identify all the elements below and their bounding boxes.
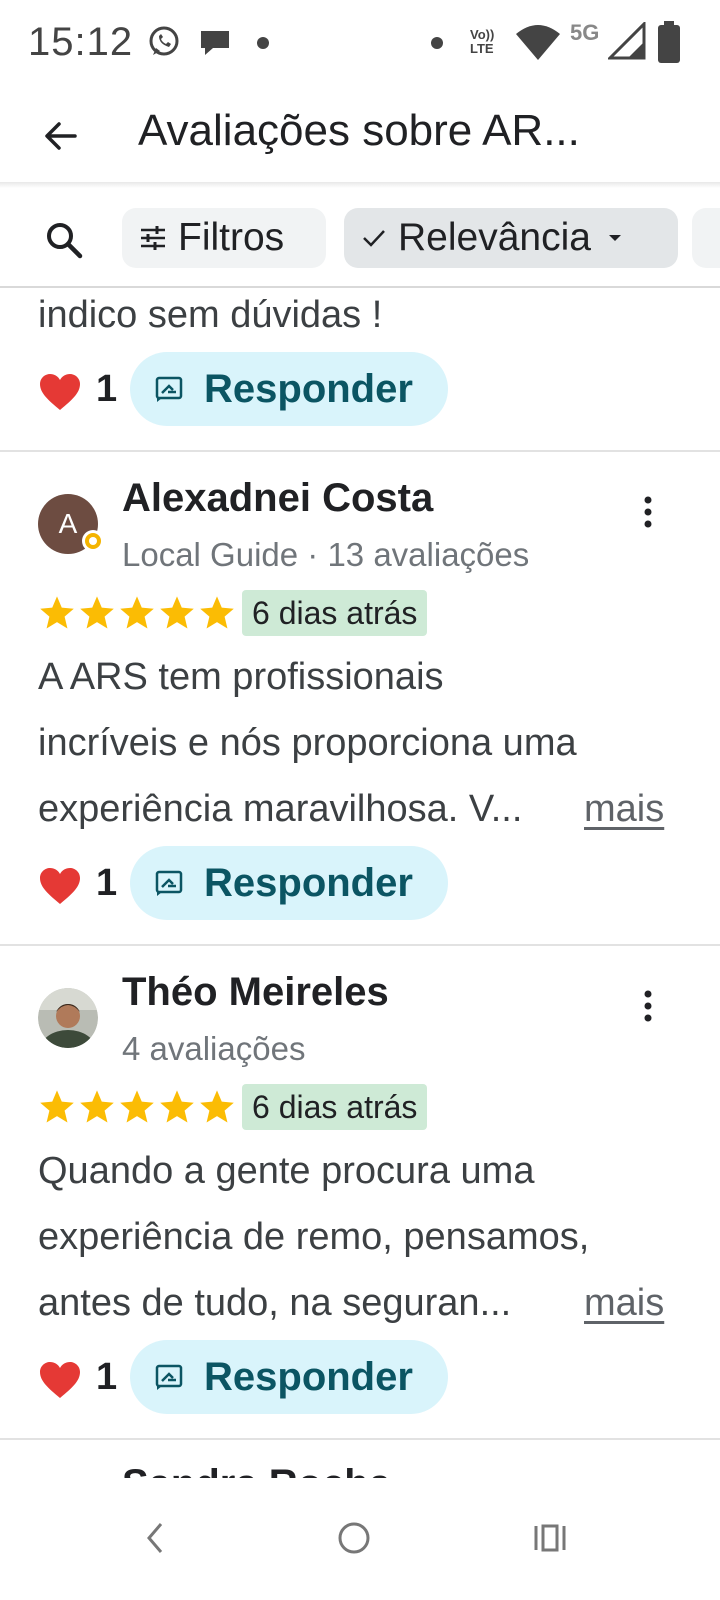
like-count: 1 bbox=[96, 862, 118, 904]
nav-recents-button[interactable] bbox=[518, 1506, 582, 1570]
review-divider bbox=[0, 944, 720, 946]
filters-chip-label: Filtros bbox=[178, 216, 285, 259]
star-icon bbox=[40, 1090, 74, 1123]
local-guide-badge-icon bbox=[82, 530, 104, 552]
nav-back-button[interactable] bbox=[124, 1506, 188, 1570]
more-options-button[interactable] bbox=[628, 486, 668, 538]
status-bar: 15:12 Vo)) LTE 5G bbox=[0, 0, 720, 88]
check-icon bbox=[363, 230, 385, 247]
heart-icon[interactable] bbox=[38, 372, 82, 412]
star-icon bbox=[40, 596, 74, 629]
filter-row: Filtros Relevância bbox=[0, 196, 720, 282]
star-icon bbox=[80, 1090, 114, 1123]
review-text-line: antes de tudo, na seguran... bbox=[38, 1282, 512, 1324]
review-author[interactable]: Théo Meireles bbox=[122, 970, 389, 1015]
network-type-label: 5G bbox=[570, 20, 600, 45]
star-rating bbox=[38, 594, 236, 634]
reply-icon bbox=[155, 1364, 183, 1390]
wifi-icon bbox=[516, 25, 560, 60]
star-icon bbox=[160, 1090, 194, 1123]
review-text-line: indico sem dúvidas ! bbox=[38, 294, 383, 336]
review-text-line: experiência maravilhosa. V... bbox=[38, 788, 523, 830]
review-divider bbox=[0, 1438, 720, 1440]
search-button[interactable] bbox=[36, 212, 92, 268]
signal-icon bbox=[608, 22, 646, 60]
reply-label: Responder bbox=[204, 860, 413, 905]
app-bar: Avaliações sobre AR... bbox=[0, 88, 720, 184]
star-rating bbox=[38, 1088, 236, 1128]
status-time: 15:12 bbox=[28, 20, 134, 64]
reply-icon bbox=[155, 870, 183, 896]
review-date-badge: 6 dias atrás bbox=[242, 590, 428, 636]
sort-chip[interactable]: Relevância bbox=[344, 208, 678, 268]
read-more-link[interactable]: mais bbox=[584, 788, 664, 831]
heart-icon[interactable] bbox=[38, 1360, 82, 1400]
read-more-link[interactable]: mais bbox=[584, 1282, 664, 1325]
dot-icon bbox=[431, 37, 443, 49]
chat-icon bbox=[201, 31, 229, 55]
star-icon bbox=[120, 596, 154, 629]
review-text-line: Quando a gente procura uma bbox=[38, 1150, 535, 1192]
filters-chip[interactable]: Filtros bbox=[122, 208, 326, 268]
system-nav-bar bbox=[0, 1478, 720, 1600]
header-divider bbox=[0, 182, 720, 188]
star-icon bbox=[120, 1090, 154, 1123]
reply-button[interactable]: Responder bbox=[130, 1340, 448, 1414]
reply-label: Responder bbox=[204, 1354, 413, 1399]
volte-icon: Vo)) LTE bbox=[470, 27, 495, 56]
like-count: 1 bbox=[96, 1356, 118, 1398]
review-author-meta: Local Guide · 13 avaliações bbox=[122, 536, 530, 573]
more-vert-icon bbox=[644, 496, 652, 528]
battery-icon bbox=[658, 21, 680, 63]
star-icon bbox=[80, 596, 114, 629]
review-text-line: experiência de remo, pensamos, bbox=[38, 1216, 590, 1258]
sort-chip-label: Relevância bbox=[398, 216, 591, 259]
star-icon bbox=[160, 596, 194, 629]
more-options-button[interactable] bbox=[628, 980, 668, 1032]
arrow-back-icon bbox=[45, 122, 77, 150]
like-count: 1 bbox=[96, 368, 118, 410]
reply-label: Responder bbox=[204, 366, 413, 411]
next-filter-chip[interactable] bbox=[692, 208, 720, 268]
nav-home-button[interactable] bbox=[322, 1506, 386, 1570]
review-author[interactable]: Alexadnei Costa bbox=[122, 476, 433, 521]
review-author-meta: 4 avaliações bbox=[122, 1030, 306, 1067]
home-nav-icon bbox=[338, 1522, 370, 1554]
reply-icon bbox=[155, 376, 183, 402]
more-vert-icon bbox=[644, 990, 652, 1022]
review-date-badge: 6 dias atrás bbox=[242, 1084, 428, 1130]
star-icon bbox=[200, 596, 234, 629]
review-divider bbox=[0, 450, 720, 452]
search-icon bbox=[47, 223, 83, 259]
back-button[interactable] bbox=[30, 110, 90, 162]
whatsapp-icon bbox=[149, 26, 179, 56]
page-title: Avaliações sobre AR... bbox=[138, 106, 580, 155]
recents-nav-icon bbox=[534, 1524, 566, 1552]
reply-button[interactable]: Responder bbox=[130, 352, 448, 426]
back-nav-icon bbox=[147, 1523, 163, 1553]
review-text-line: A ARS tem profissionais bbox=[38, 656, 444, 698]
tune-icon bbox=[141, 226, 165, 250]
reply-button[interactable]: Responder bbox=[130, 846, 448, 920]
heart-icon[interactable] bbox=[38, 866, 82, 906]
dot-icon bbox=[257, 37, 269, 49]
star-icon bbox=[200, 1090, 234, 1123]
review-text-line: incríveis e nós proporciona uma bbox=[38, 722, 577, 764]
dropdown-arrow-icon bbox=[608, 235, 621, 241]
avatar[interactable] bbox=[38, 988, 98, 1048]
